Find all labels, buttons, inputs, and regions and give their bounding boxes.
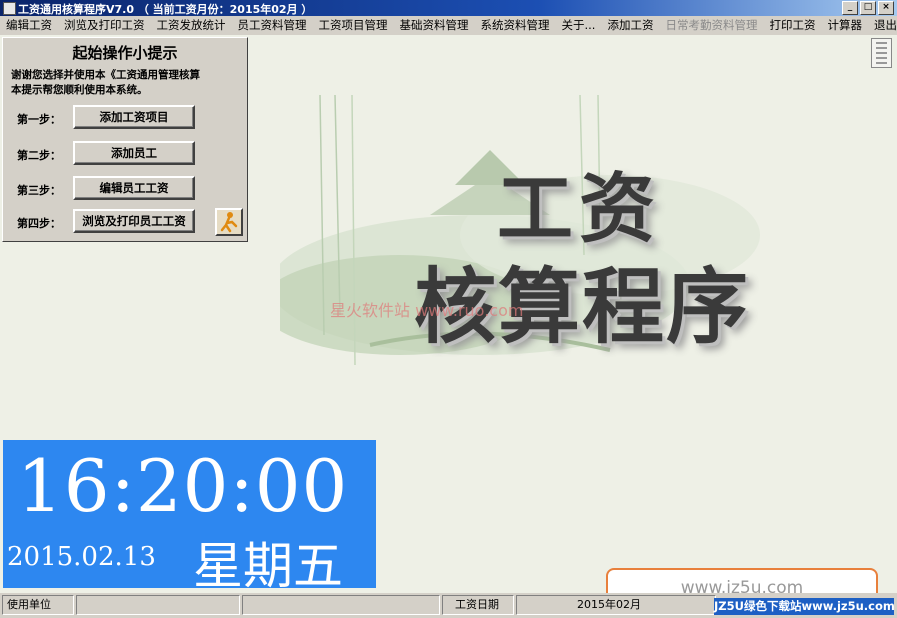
- calculator-icon[interactable]: [871, 38, 892, 68]
- menu-salary-stats[interactable]: 工资发放统计: [151, 16, 232, 35]
- status-date-label: 工资日期: [442, 595, 514, 615]
- maximize-button[interactable]: □: [860, 1, 876, 15]
- step1-label: 第一步：: [17, 113, 61, 126]
- close-button[interactable]: ×: [878, 1, 894, 15]
- menu-print-salary[interactable]: 打印工资: [763, 16, 821, 35]
- clock-date: 2015.02.13: [7, 542, 156, 572]
- app-icon[interactable]: [3, 2, 16, 15]
- menu-add-salary[interactable]: 添加工资: [601, 16, 659, 35]
- menu-system-data[interactable]: 系统资料管理: [475, 16, 556, 35]
- jz5u-badge: JZ5U绿色下载站www.jz5u.com: [714, 598, 895, 615]
- menu-salary-items[interactable]: 工资项目管理: [313, 16, 394, 35]
- status-unit-label: 使用单位: [2, 595, 74, 615]
- site-watermark: 星火软件站 www.ruo.com: [330, 301, 524, 320]
- step4-label: 第四步：: [17, 217, 61, 230]
- tips-line-1: 谢谢您选择并使用本《工资通用管理核算: [11, 69, 200, 81]
- clock-panel: 16:20:00 2015.02.13 星期五: [3, 440, 376, 593]
- menu-browse-print-salary[interactable]: 浏览及打印工资: [58, 16, 151, 35]
- website-bubble: www.jz5u.com: [606, 568, 878, 593]
- menu-about[interactable]: 关于...: [556, 16, 602, 35]
- assistant-icon[interactable]: [215, 208, 243, 236]
- main-workspace: 工资 核算程序 星火软件站 www.ruo.com 起始操作小提示 谢谢您选择并…: [0, 35, 897, 593]
- clock-time: 16:20:00: [17, 444, 349, 528]
- tips-heading: 起始操作小提示: [72, 44, 178, 62]
- start-tips-panel: 起始操作小提示 谢谢您选择并使用本《工资通用管理核算 本提示帮您顺利使用本系统。…: [2, 37, 248, 242]
- status-blank: [242, 595, 440, 615]
- window-controls: _ □ ×: [842, 1, 894, 15]
- menu-basic-data[interactable]: 基础资料管理: [394, 16, 475, 35]
- window-title: 工资通用核算程序V7.0 （ 当前工资月份：2015年02月 ）: [18, 3, 313, 16]
- add-employee-button[interactable]: 添加员工: [73, 141, 195, 165]
- menu-edit-salary[interactable]: 编辑工资: [0, 16, 58, 35]
- minimize-button[interactable]: _: [842, 1, 858, 15]
- status-unit-value: [76, 595, 240, 615]
- status-date-value: 2015年02月: [516, 595, 716, 615]
- menu-exit[interactable]: 退出本系统: [868, 16, 897, 35]
- menu-employee-data[interactable]: 员工资料管理: [232, 16, 313, 35]
- tips-line-2: 本提示帮您顺利使用本系统。: [11, 84, 148, 96]
- tips-description: 谢谢您选择并使用本《工资通用管理核算 本提示帮您顺利使用本系统。: [11, 68, 241, 98]
- add-salary-item-button[interactable]: 添加工资项目: [73, 105, 195, 129]
- browse-print-salary-button[interactable]: 浏览及打印员工工资: [73, 209, 195, 233]
- title-bar: 工资通用核算程序V7.0 （ 当前工资月份：2015年02月 ） _ □ ×: [0, 0, 897, 16]
- clock-weekday: 星期五: [193, 537, 343, 593]
- edit-employee-salary-button[interactable]: 编辑员工工资: [73, 176, 195, 200]
- menu-attendance: 日常考勤资料管理: [665, 18, 758, 32]
- menu-calculator[interactable]: 计算器: [821, 16, 868, 35]
- menu-bar: 编辑工资 浏览及打印工资 工资发放统计 员工资料管理 工资项目管理 基础资料管理…: [0, 16, 897, 35]
- step3-label: 第三步：: [17, 184, 61, 197]
- step2-label: 第二步：: [17, 149, 61, 162]
